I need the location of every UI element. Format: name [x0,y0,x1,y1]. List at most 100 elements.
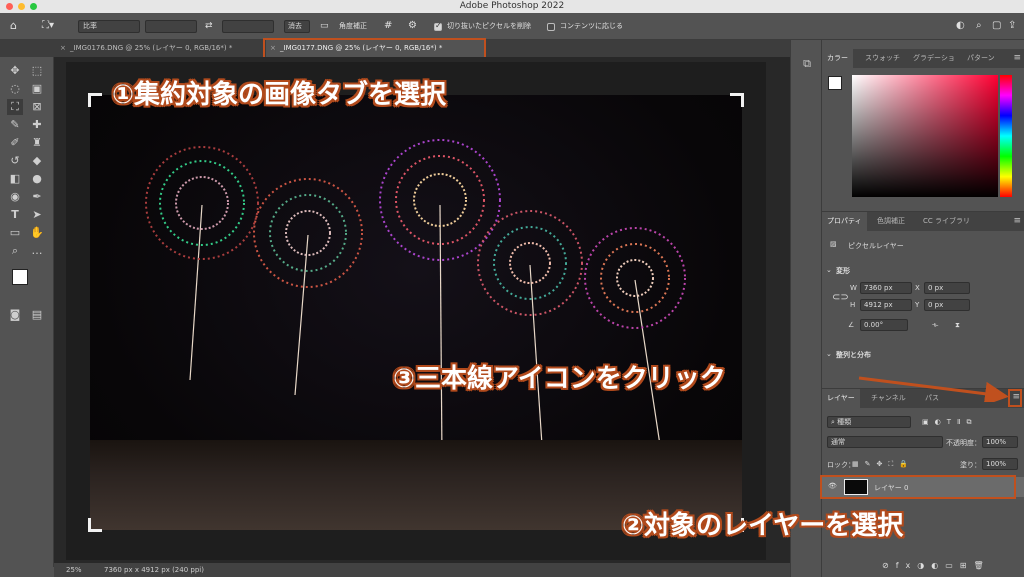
color-panel-tabs: カラー スウォッチ グラデーショ パターン ≡ [822,49,1024,68]
flip-horizontal-icon[interactable]: ⟛ [932,321,938,330]
window-title: Adobe Photoshop 2022 [459,1,565,11]
annotation-step3: ③三本線アイコンをクリック [393,364,726,394]
crop-handle-top-left[interactable] [88,93,102,107]
lasso-tool-icon[interactable]: ◌ [7,81,23,97]
brush-tool-icon[interactable]: ✐ [7,135,23,151]
layer-filter-icons[interactable]: ▣◐TⅡ⧉ [922,418,977,427]
dodge-tool-icon[interactable]: ◉ [7,189,23,205]
frame-tool-icon[interactable]: ⊠ [29,99,45,115]
move-tool-icon[interactable]: ✥ [7,63,23,79]
chevron-down-icon[interactable]: ⌄ [826,350,832,358]
angle-field[interactable]: 0.00° [860,319,908,331]
gear-icon[interactable]: ⚙ [408,19,417,33]
opacity-field[interactable]: 100% [982,436,1018,448]
stamp-tool-icon[interactable]: ♜ [29,135,45,151]
eraser-tool-icon[interactable]: ◆ [29,153,45,169]
tab-gradients[interactable]: グラデーショ [908,49,960,68]
home-icon[interactable]: ⌂ [10,19,17,33]
photoshop-window: Adobe Photoshop 2022 ⌂ ⛶▾ 比率 ⇄ 消去 ▭ 角度補正… [0,0,1024,577]
tab-cc-libraries[interactable]: CC ライブラリ [918,212,975,231]
crop-tool-icon[interactable]: ⛶ [7,99,23,115]
y-field[interactable]: 0 px [924,299,970,311]
more-tools-icon[interactable]: … [29,243,45,259]
foreground-color-swatch[interactable] [828,76,842,90]
tab-img0176[interactable]: × _IMG0176.DNG @ 25% (レイヤー 0, RGB/16*) * [56,40,262,57]
lock-icons[interactable]: ▦✎✥⛶🔒 [852,460,914,469]
tools-panel: ✥ ⬚ ◌ ▣ ⛶ ⊠ ✎ ✚ ✐ ♜ ↺ ◆ ◧ ● ◉ ✒ T ➤ ▭ ✋ … [0,57,54,567]
transform-heading: 変形 [836,267,850,275]
user-icon[interactable]: ◐ [956,19,965,33]
gradient-tool-icon[interactable]: ◧ [7,171,23,187]
properties-panel-menu-icon[interactable]: ≡ [1013,217,1021,226]
tab-swatches[interactable]: スウォッチ [860,49,905,68]
ratio-width-input[interactable] [145,20,197,33]
tab-color[interactable]: カラー [822,49,853,68]
swap-icon[interactable]: ⇄ [205,19,213,33]
layer-filter-label: 種類 [837,418,852,426]
layer-highlight-box [820,475,1016,499]
angle-value: 0.00° [864,321,884,329]
healing-brush-icon[interactable]: ✚ [29,117,45,133]
object-select-tool-icon[interactable]: ▣ [29,81,45,97]
straighten-icon[interactable]: ▭ [320,19,329,33]
angle-icon: ∠ [848,321,855,329]
close-tab-icon[interactable]: × [60,40,66,57]
layer-filter-select[interactable]: ⌕ 種類 [827,416,911,428]
close-window-icon[interactable] [6,3,13,10]
tab-properties[interactable]: プロパティ [822,212,867,231]
ratio-select[interactable]: 比率 [78,20,140,33]
search-icon[interactable]: ⌕ [976,19,982,33]
height-field[interactable]: 4912 px [860,299,912,311]
height-value: 4912 px [864,301,893,309]
share-icon[interactable]: ⇪ [1008,19,1016,33]
blend-mode-label: 通常 [831,438,845,446]
content-aware-checkbox[interactable] [547,23,555,31]
history-panel-icon[interactable]: ⧉ [799,56,815,72]
link-icon[interactable]: ⊂⊃ [832,292,849,303]
quick-mask-icon[interactable]: ◙ [7,307,23,323]
straighten-label[interactable]: 角度補正 [339,19,367,33]
document-info[interactable]: 7360 px x 4912 px (240 ppi) [104,563,204,577]
history-brush-icon[interactable]: ↺ [7,153,23,169]
layer-actions-icons[interactable]: ⊘fx◑◐▭⊞🗑 [882,561,991,570]
hand-tool-icon[interactable]: ✋ [29,225,45,241]
fill-field[interactable]: 100% [982,458,1018,470]
grid-overlay-icon[interactable]: # [384,19,392,33]
blend-mode-select[interactable]: 通常 [827,436,943,448]
tab-adjustments[interactable]: 色調補正 [872,212,910,231]
blur-tool-icon[interactable]: ● [29,171,45,187]
flip-vertical-icon[interactable]: ⧗ [955,321,960,330]
screen-mode-icon[interactable]: ▤ [29,307,45,323]
path-select-icon[interactable]: ➤ [29,207,45,223]
crop-handle-top-right[interactable] [730,93,744,107]
hue-slider[interactable] [1000,75,1012,197]
minimize-window-icon[interactable] [18,3,25,10]
delete-cropped-checkbox[interactable] [434,21,442,31]
clear-button[interactable]: 消去 [284,20,310,33]
zoom-tool-icon[interactable]: ⌕ [7,243,23,259]
type-tool-icon[interactable]: T [7,207,23,223]
x-value: 0 px [928,284,944,292]
foreground-color-swatch[interactable] [12,269,28,285]
fireworks-photo[interactable] [90,95,742,530]
ratio-height-input[interactable] [222,20,274,33]
x-field[interactable]: 0 px [924,282,970,294]
y-label: Y [915,301,920,309]
pen-tool-icon[interactable]: ✒ [29,189,45,205]
zoom-level[interactable]: 25% [66,563,82,577]
chevron-down-icon[interactable]: ⌄ [826,266,832,274]
ratio-select-label: 比率 [83,22,97,30]
color-field[interactable] [852,75,998,197]
workspace-icon[interactable]: ▢ [992,19,1001,33]
shape-tool-icon[interactable]: ▭ [7,225,23,241]
crop-handle-bottom-left[interactable] [88,518,102,532]
eyedropper-tool-icon[interactable]: ✎ [7,117,23,133]
color-panel-menu-icon[interactable]: ≡ [1013,54,1021,63]
width-field[interactable]: 7360 px [860,282,912,294]
w-label: W [850,284,857,292]
marquee-tool-icon[interactable]: ⬚ [29,63,45,79]
tab-patterns[interactable]: パターン [962,49,1000,68]
zoom-window-icon[interactable] [30,3,37,10]
crop-tool-preset-icon[interactable]: ⛶▾ [42,19,54,33]
options-bar: ⌂ ⛶▾ 比率 ⇄ 消去 ▭ 角度補正 # ⚙ 切り抜いたピクセルを削除 コンテ… [0,13,1024,40]
